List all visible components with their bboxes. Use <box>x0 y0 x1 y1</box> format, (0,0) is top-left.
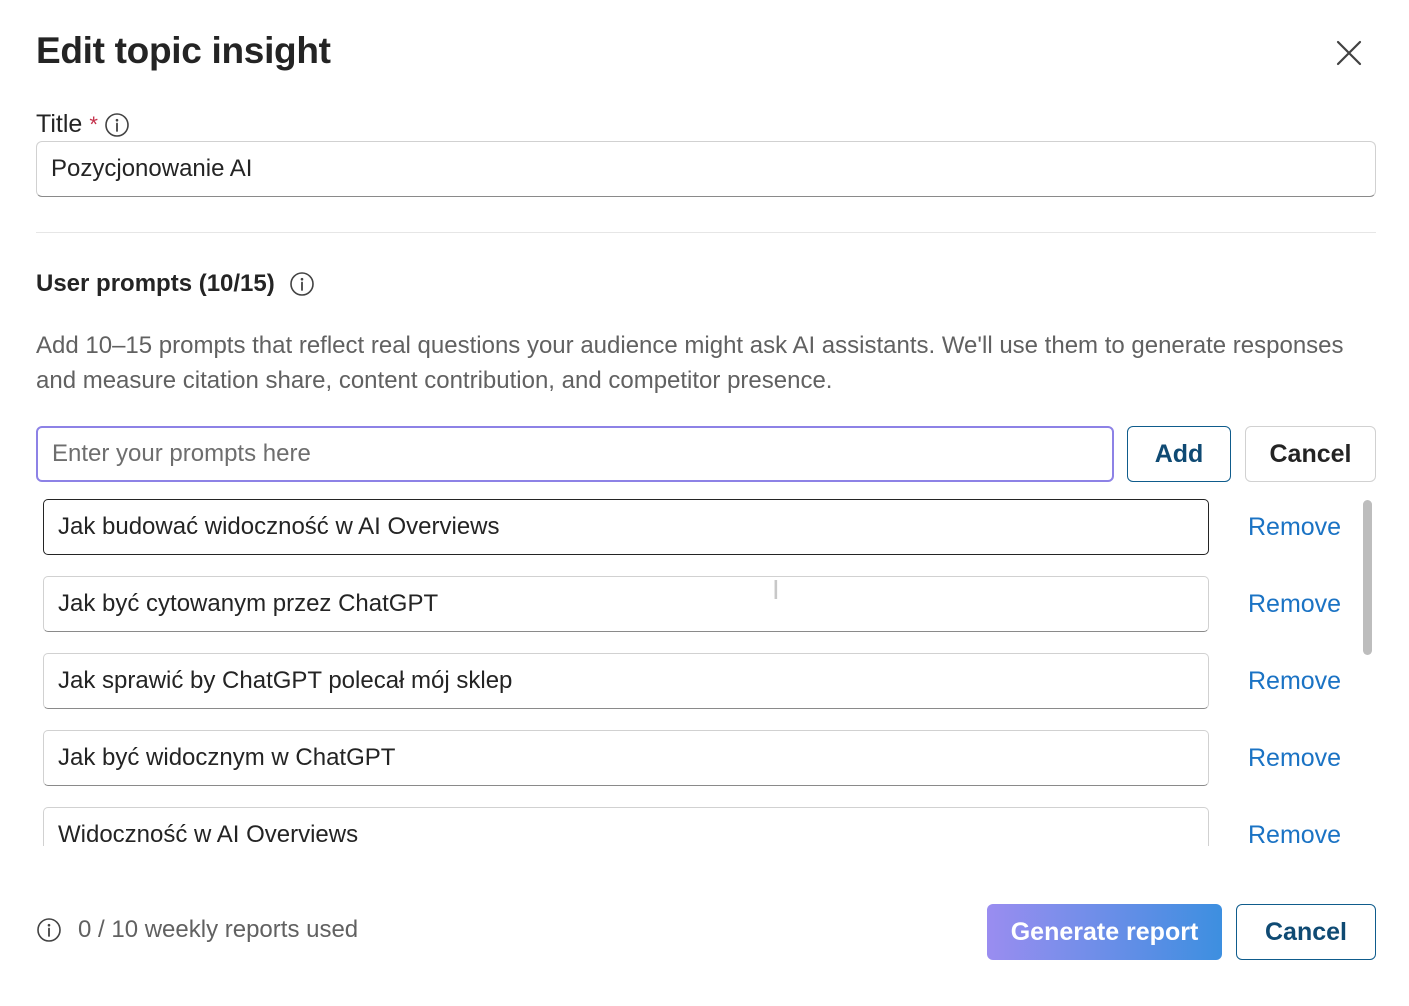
section-divider <box>36 232 1376 233</box>
remove-prompt-link[interactable]: Remove <box>1248 807 1341 847</box>
list-item: Jak sprawić by ChatGPT polecał mój sklep… <box>36 650 1356 709</box>
title-input[interactable] <box>36 141 1376 197</box>
remove-prompt-link[interactable]: Remove <box>1248 653 1341 709</box>
weekly-reports-usage: 0 / 10 weekly reports used <box>36 916 358 944</box>
info-icon <box>36 917 62 943</box>
prompt-text-box[interactable]: Widoczność w AI Overviews <box>43 807 1209 846</box>
list-item: Jak być widocznym w ChatGPT Remove <box>36 727 1356 786</box>
info-icon[interactable] <box>104 112 130 138</box>
close-button[interactable] <box>1328 32 1370 74</box>
user-prompts-heading: User prompts (10/15) <box>36 270 315 298</box>
prompt-input[interactable] <box>36 426 1114 482</box>
edit-topic-insight-dialog: Edit topic insight Title * User prompts … <box>0 0 1409 1006</box>
list-item: Widoczność w AI Overviews Remove <box>36 804 1356 846</box>
prompt-text-box[interactable]: Jak być cytowanym przez ChatGPT <box>43 576 1209 632</box>
prompt-text-box[interactable]: Jak sprawić by ChatGPT polecał mój sklep <box>43 653 1209 709</box>
remove-prompt-link[interactable]: Remove <box>1248 499 1341 555</box>
close-icon <box>1336 40 1362 66</box>
cancel-button[interactable]: Cancel <box>1236 904 1376 960</box>
cancel-prompt-button[interactable]: Cancel <box>1245 426 1376 482</box>
add-prompt-button[interactable]: Add <box>1127 426 1231 482</box>
remove-prompt-link[interactable]: Remove <box>1248 730 1341 786</box>
list-item: Jak budować widoczność w AI Overviews Re… <box>36 496 1356 555</box>
prompt-text-box[interactable]: Jak budować widoczność w AI Overviews <box>43 499 1209 555</box>
prompt-list: Jak budować widoczność w AI Overviews Re… <box>36 496 1376 846</box>
list-item: Jak być cytowanym przez ChatGPT Remove <box>36 573 1356 632</box>
prompts-description: Add 10–15 prompts that reflect real ques… <box>36 332 1344 394</box>
remove-prompt-link[interactable]: Remove <box>1248 576 1341 632</box>
text-cursor-icon: I <box>772 576 780 606</box>
scrollbar-thumb[interactable] <box>1363 500 1372 655</box>
user-prompts-heading-text: User prompts (10/15) <box>36 270 275 297</box>
dialog-title: Edit topic insight <box>36 30 331 71</box>
title-field-label: Title * <box>36 110 130 139</box>
usage-text: 0 / 10 weekly reports used <box>78 916 359 943</box>
generate-report-button[interactable]: Generate report <box>987 904 1222 960</box>
title-label-text: Title <box>36 110 83 138</box>
prompt-text-box[interactable]: Jak być widocznym w ChatGPT <box>43 730 1209 786</box>
info-icon[interactable] <box>289 271 315 297</box>
required-marker: * <box>89 111 98 137</box>
